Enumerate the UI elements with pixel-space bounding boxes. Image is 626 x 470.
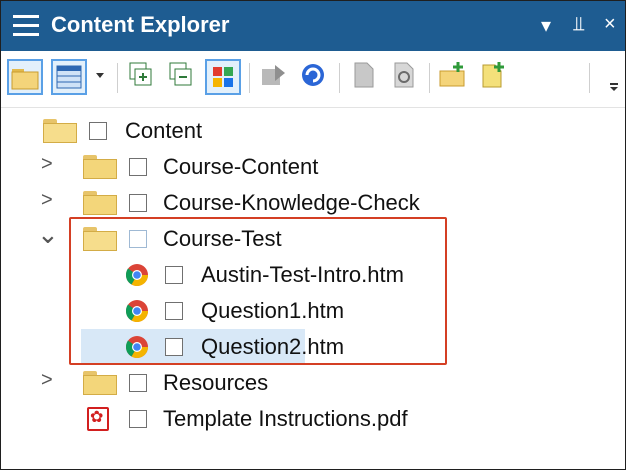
content-tree: Content > Course-Content > Course-Knowle… (1, 107, 625, 467)
checkbox[interactable] (89, 122, 107, 140)
toolbar (1, 51, 625, 108)
content-explorer-window: Content Explorer ▾ ⫫ × Content > Course-… (0, 0, 626, 470)
checkbox[interactable] (129, 374, 147, 392)
title-bar: Content Explorer ▾ ⫫ × (1, 1, 625, 51)
tree-item-label: Course-Knowledge-Check (163, 190, 420, 215)
new-file-icon (482, 62, 504, 88)
checkbox[interactable] (129, 158, 147, 176)
toolbar-overflow-button[interactable] (607, 59, 623, 95)
pdf-icon (87, 407, 109, 431)
document-icon (354, 62, 374, 88)
close-icon[interactable]: × (604, 13, 616, 36)
menu-icon[interactable] (13, 15, 39, 37)
checkbox[interactable] (129, 410, 147, 428)
folder-icon (83, 191, 117, 215)
properties-icon (394, 62, 414, 88)
overflow-icon (610, 83, 618, 91)
folder-open-icon (43, 119, 77, 143)
tree-item-content[interactable]: Content (1, 115, 625, 147)
refresh-button[interactable] (297, 59, 333, 95)
checkbox[interactable] (129, 194, 147, 212)
chevron-right-icon[interactable]: > (41, 369, 53, 392)
refresh-icon (302, 64, 324, 86)
folder-icon (11, 69, 39, 90)
collapse-icon (169, 62, 192, 86)
expand-all-button[interactable] (125, 59, 161, 95)
chevron-right-icon[interactable]: > (41, 153, 53, 176)
highlight-annotation-box (69, 217, 447, 365)
folder-icon (83, 155, 117, 179)
tree-item-label: Content (125, 118, 203, 143)
folder-icon (83, 371, 117, 395)
expand-icon (129, 62, 152, 86)
tree-item-course-knowledge-check[interactable]: > Course-Knowledge-Check (1, 187, 625, 219)
view-mode-button[interactable] (51, 59, 87, 95)
open-folder-button[interactable] (7, 59, 43, 95)
collapse-all-button[interactable] (165, 59, 201, 95)
chevron-right-icon[interactable]: > (41, 189, 53, 212)
tree-item-label: Resources (163, 370, 269, 395)
tree-item-template-instructions[interactable]: Template Instructions.pdf (1, 403, 625, 435)
color-grid-icon (213, 67, 233, 87)
window-title: Content Explorer (51, 12, 230, 37)
move-button[interactable] (257, 59, 293, 95)
properties-button[interactable] (387, 59, 423, 95)
new-folder-button[interactable] (437, 59, 473, 95)
chevron-down-icon[interactable]: ⌄ (37, 219, 59, 250)
new-file-button[interactable] (477, 59, 513, 95)
pin-icon[interactable]: ⫫ (573, 13, 584, 36)
color-grid-button[interactable] (205, 59, 241, 95)
tree-item-resources[interactable]: > Resources (1, 367, 625, 399)
tree-item-course-content[interactable]: > Course-Content (1, 151, 625, 183)
chevron-down-icon (96, 73, 104, 78)
tree-item-label: Template Instructions.pdf (163, 406, 408, 431)
grid-view-icon (56, 65, 82, 89)
dropdown-icon[interactable]: ▾ (541, 13, 551, 38)
view-dropdown-button[interactable] (91, 59, 111, 95)
new-folder-icon (439, 62, 465, 87)
move-icon (262, 65, 285, 85)
tree-item-label: Course-Content (163, 154, 319, 179)
document-button[interactable] (347, 59, 383, 95)
